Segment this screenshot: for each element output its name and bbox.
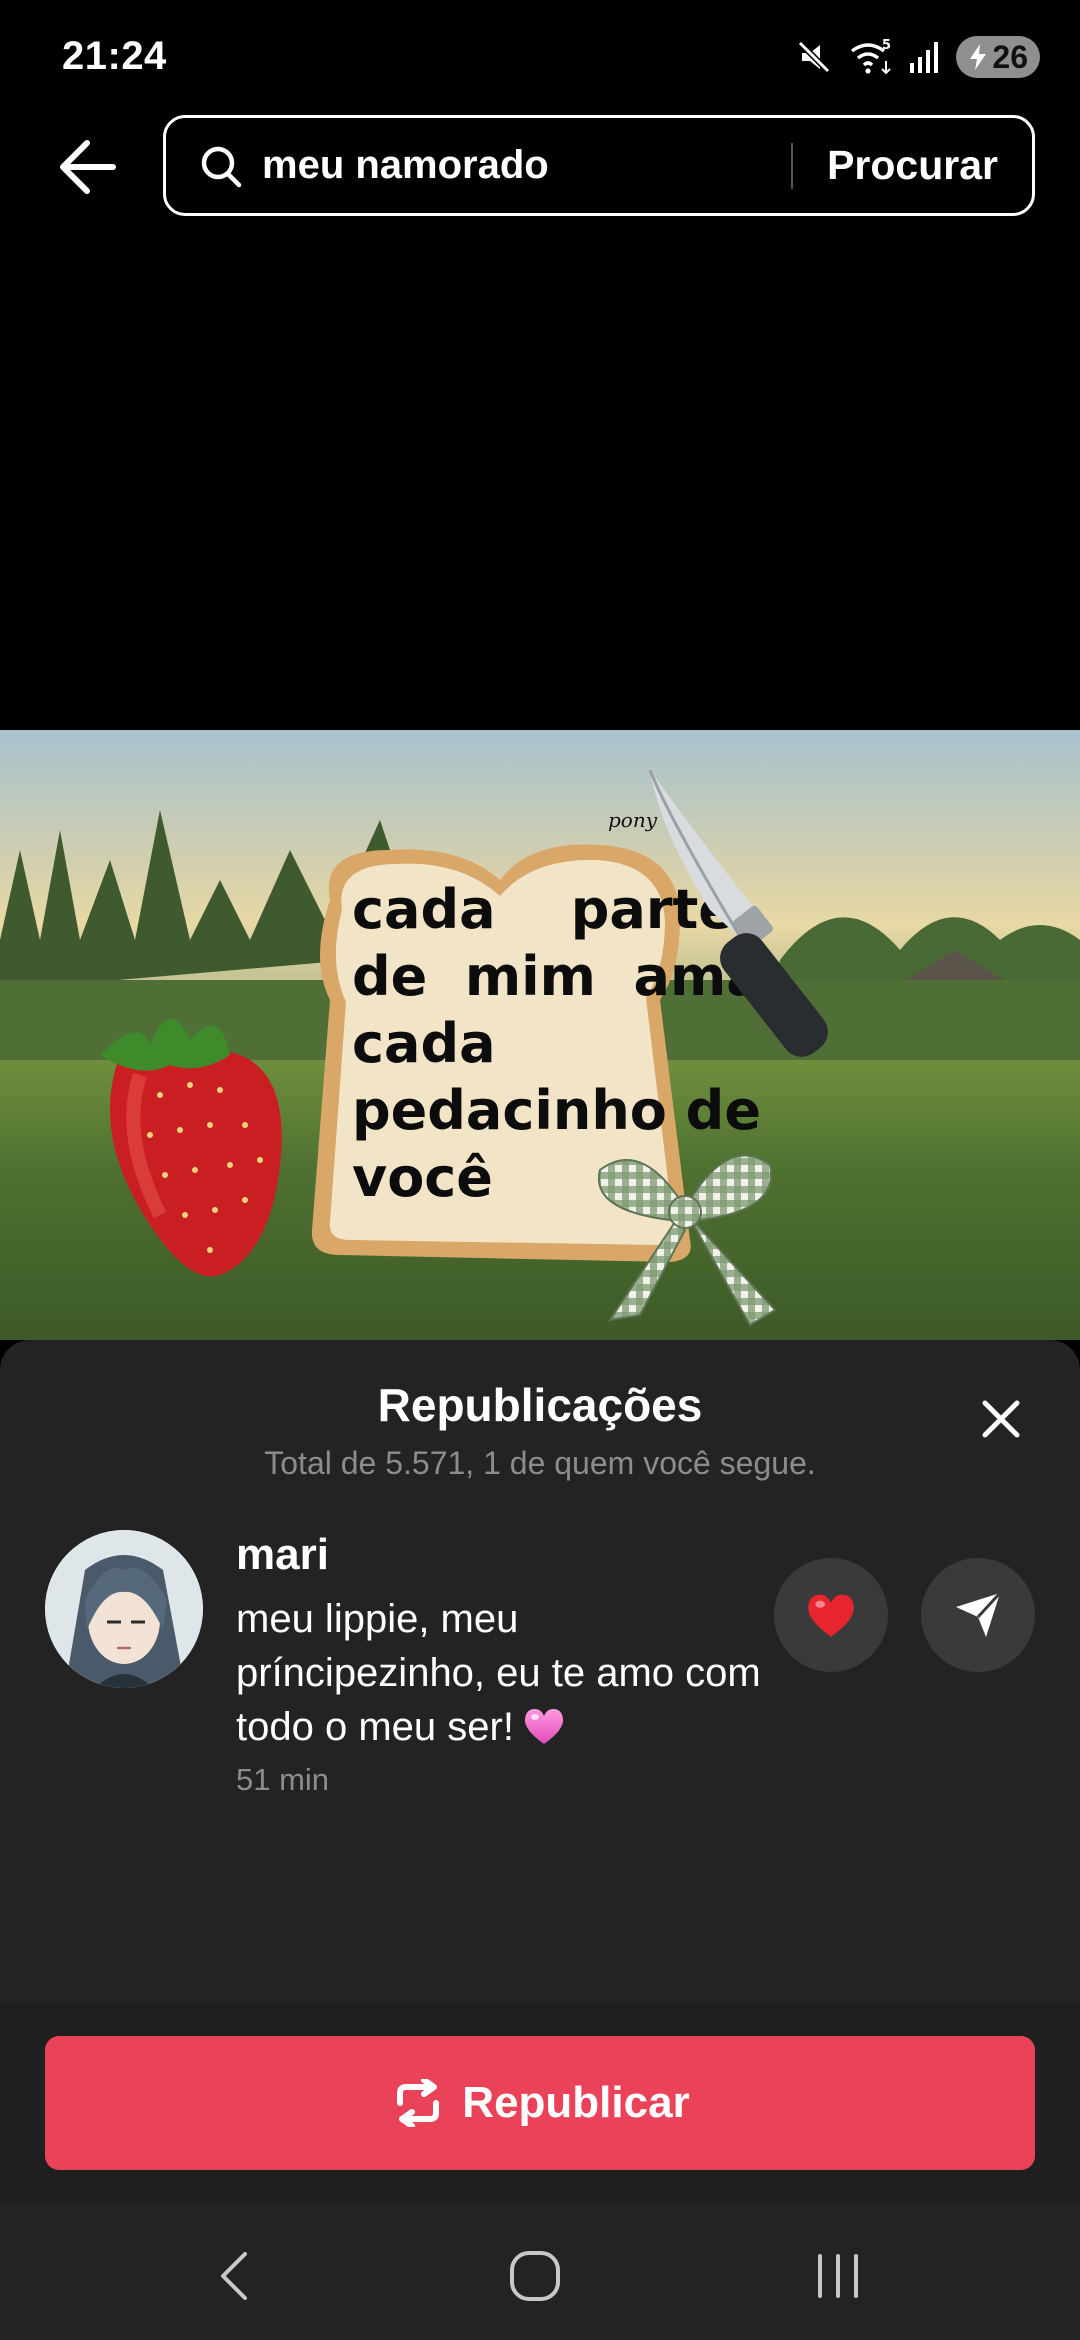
- back-button[interactable]: [52, 132, 122, 202]
- send-button[interactable]: [921, 1558, 1035, 1672]
- nav-back-icon: [221, 2252, 247, 2300]
- sheet-subtitle: Total de 5.571, 1 de quem você segue.: [264, 1445, 816, 1481]
- battery-indicator: 26: [956, 36, 1040, 78]
- search-submit-button[interactable]: Procurar: [793, 142, 1032, 189]
- pink-heart-icon: [524, 1709, 563, 1744]
- like-button[interactable]: [774, 1558, 888, 1672]
- sheet-title: Republicações: [377, 1379, 703, 1431]
- nav-home-icon: [510, 2251, 560, 2301]
- close-button[interactable]: [970, 1388, 1032, 1450]
- repost-comment: meu lippie, meu príncipezinho, eu te amo…: [236, 1592, 776, 1754]
- mute-icon: [798, 40, 831, 74]
- search-icon: [201, 146, 242, 187]
- nav-home-button[interactable]: [505, 2246, 565, 2306]
- repost-list-item[interactable]: mari meu lippie, meu príncipezinho, eu t…: [0, 1530, 1080, 1830]
- repost-timestamp: 51 min: [236, 1762, 330, 1797]
- network-badge: 5: [882, 38, 891, 53]
- system-nav-bar: [0, 2202, 1080, 2340]
- send-icon: [956, 1591, 1002, 1637]
- knife-illustration: [648, 769, 828, 1057]
- repost-comment-text: meu lippie, meu príncipezinho, eu te amo…: [236, 1597, 761, 1749]
- repost-button[interactable]: Republicar: [45, 2036, 1035, 2170]
- status-time: 21:24: [62, 34, 167, 78]
- strawberry-illustration: [100, 1018, 282, 1277]
- status-icons: 5 26: [794, 36, 1040, 78]
- arrow-left-icon: [60, 140, 116, 194]
- battery-charging-icon: [970, 44, 987, 70]
- repost-button-label: Republicar: [462, 2078, 690, 2127]
- avatar[interactable]: [45, 1530, 203, 1688]
- reposts-sheet: Republicações Total de 5.571, 1 de quem …: [0, 1340, 1080, 2340]
- search-input[interactable]: meu namorado: [262, 143, 791, 188]
- red-heart-icon: [808, 1594, 854, 1637]
- nav-recents-icon: [818, 2254, 858, 2298]
- anime-avatar-icon: [45, 1530, 203, 1688]
- nav-recents-button[interactable]: [808, 2246, 868, 2306]
- close-icon: [982, 1400, 1020, 1438]
- signal-icon: [910, 42, 939, 73]
- gingham-ribbon-illustration: [597, 1154, 777, 1327]
- search-box[interactable]: meu namorado Procurar: [163, 115, 1035, 216]
- repost-icon: [397, 2079, 440, 2127]
- wifi-icon: 5: [851, 38, 891, 75]
- status-bar: 21:24 5 26: [0, 0, 1080, 110]
- video-preview[interactable]: pony cada parte de mim ama cada pedacinh…: [0, 730, 1080, 1340]
- battery-level: 26: [992, 38, 1028, 75]
- repost-username[interactable]: mari: [236, 1530, 329, 1580]
- nav-back-button[interactable]: [205, 2246, 265, 2306]
- sheet-footer: Republicar: [0, 2002, 1080, 2202]
